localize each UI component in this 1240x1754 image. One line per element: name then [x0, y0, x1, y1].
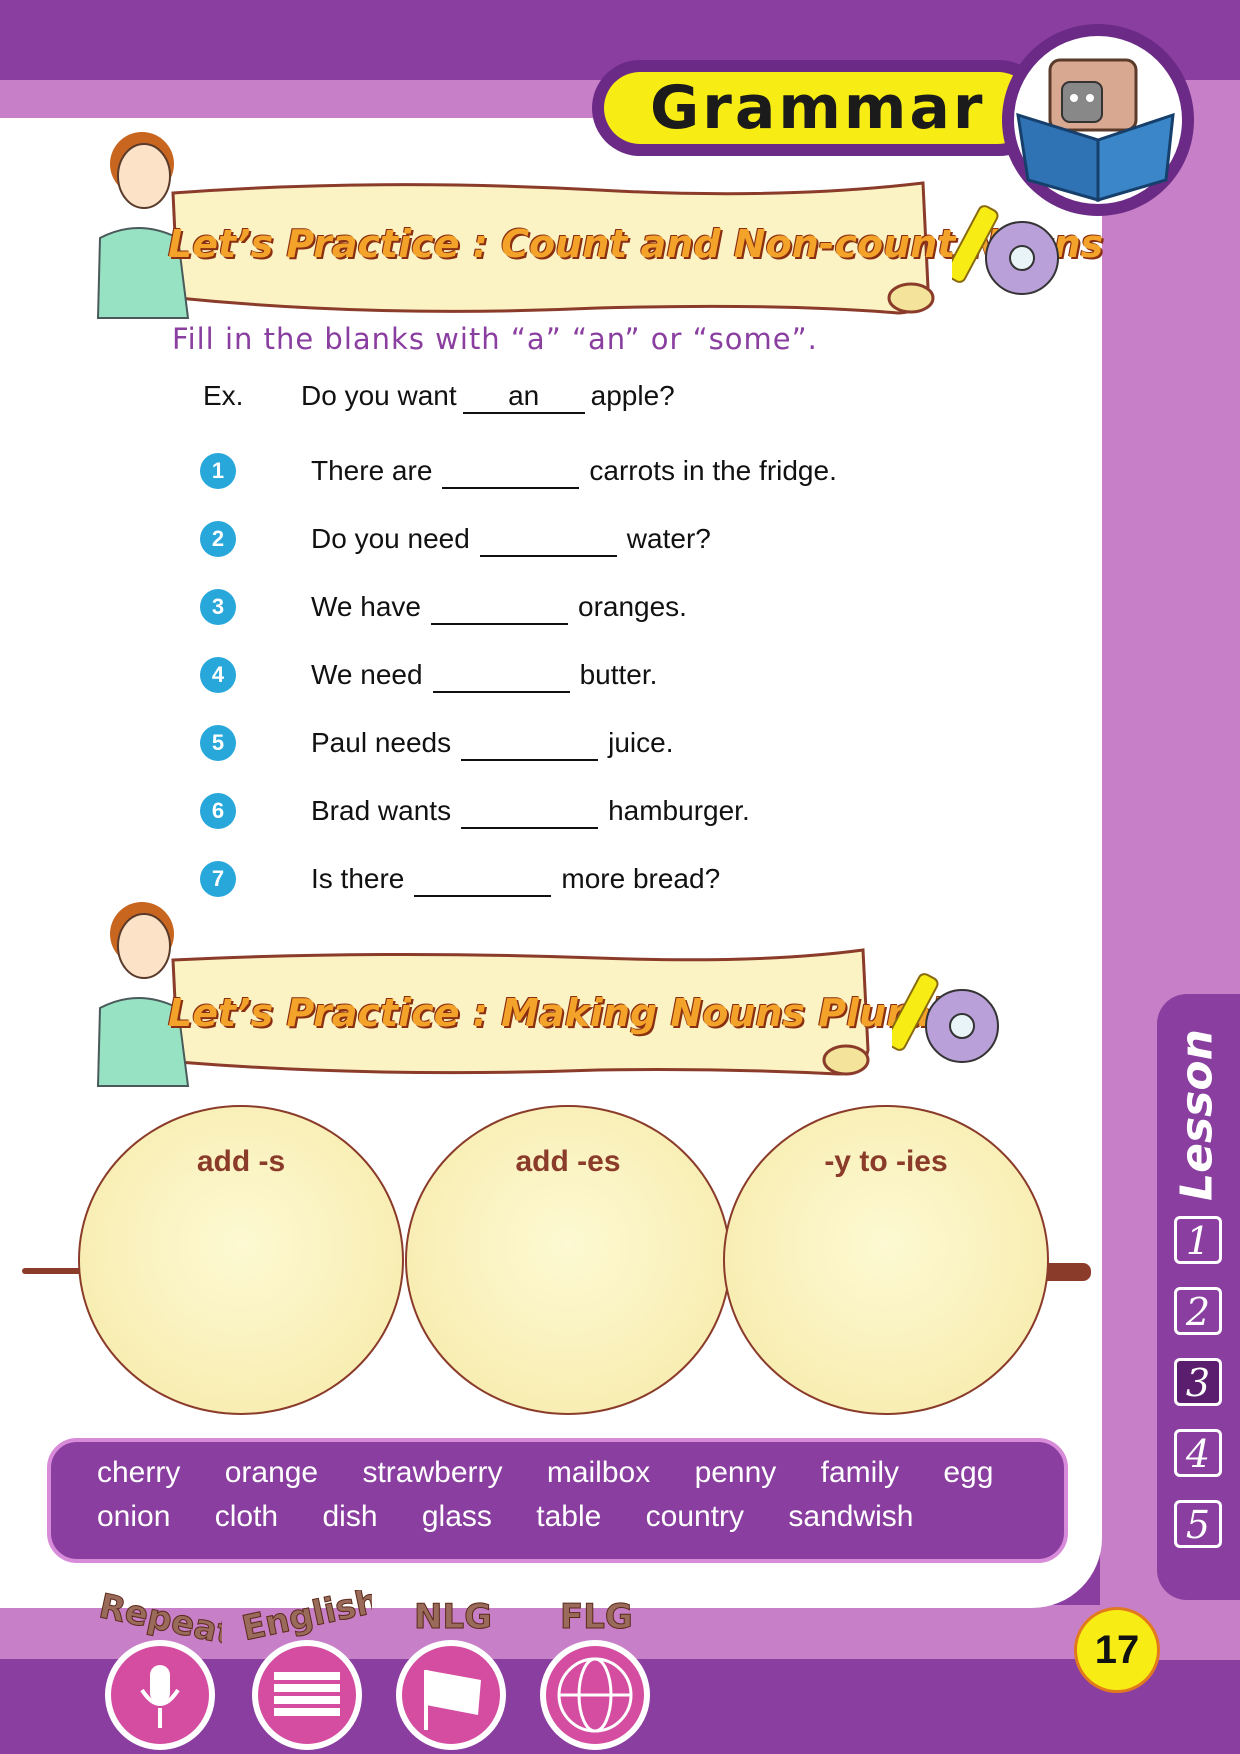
nlg-flag-icon: NLG [396, 1597, 506, 1750]
svg-text:NLG: NLG [414, 1597, 492, 1637]
answer-blank[interactable] [442, 459, 580, 489]
example-label: Ex. [203, 380, 244, 411]
repeat-microphone-icon: Repeat [95, 1590, 222, 1750]
lesson-4-button[interactable]: 4 [1174, 1429, 1222, 1477]
answer-blank[interactable] [479, 527, 617, 557]
word: country [645, 1500, 745, 1533]
word: mailbox [546, 1456, 651, 1489]
word: cloth [214, 1500, 279, 1533]
lesson-label: Lesson [1172, 1030, 1223, 1200]
word: orange [224, 1456, 319, 1489]
word: cherry [97, 1456, 181, 1489]
word: table [536, 1500, 602, 1533]
word: sandwish [788, 1500, 914, 1533]
answer-blank[interactable] [431, 595, 568, 625]
word-row-2: onion cloth dish glass table country san… [97, 1500, 913, 1534]
question-number: 2 [200, 521, 236, 557]
lesson-1-button[interactable]: 1 [1174, 1216, 1222, 1264]
reading-mascot-icon [1002, 24, 1194, 216]
circle-label: -y to -ies [824, 1145, 948, 1178]
example-answer: an [462, 380, 585, 414]
circle-add-es[interactable]: add -es [405, 1105, 731, 1415]
example-after: apple? [590, 380, 675, 411]
answer-blank[interactable] [414, 867, 552, 897]
word: family [820, 1456, 899, 1489]
lesson-5-button[interactable]: 5 [1174, 1500, 1222, 1548]
circle-add-s[interactable]: add -s [78, 1105, 404, 1415]
example-before: Do you want [301, 380, 457, 411]
pen-cd-icon [952, 205, 1059, 295]
answer-blank[interactable] [432, 663, 570, 693]
circle-y-to-ies[interactable]: -y to -ies [723, 1105, 1049, 1415]
question-number: 4 [200, 657, 236, 693]
question-number: 3 [200, 589, 236, 625]
lesson-2-button[interactable]: 2 [1174, 1287, 1222, 1335]
word: onion [97, 1500, 171, 1533]
workbook-page: Grammar Let’s Practice : Count and Non-c… [0, 0, 1240, 1754]
svg-text:Lesson: Lesson [1172, 1030, 1223, 1200]
flg-globe-icon: FLG [540, 1597, 650, 1750]
english-flag-icon: English [242, 1590, 372, 1750]
answer-blank[interactable] [461, 799, 599, 829]
pen-cd-icon [892, 973, 999, 1063]
question-number: 7 [200, 861, 236, 897]
practice-banner-2-title: Let’s Practice : Making Nouns Plural [168, 991, 944, 1035]
question-number: 6 [200, 793, 236, 829]
word: penny [694, 1456, 777, 1489]
svg-text:FLG: FLG [560, 1597, 633, 1637]
circle-label: add -s [196, 1145, 286, 1178]
example-sentence: Do you want an apple? [301, 380, 675, 414]
question-number: 1 [200, 453, 236, 489]
word: strawberry [362, 1456, 503, 1489]
lesson-3-button[interactable]: 3 [1174, 1358, 1222, 1406]
word-bank: cherry orange strawberry mailbox penny f… [47, 1438, 1068, 1563]
instruction-text: Fill in the blanks with “a” “an” or “som… [172, 322, 818, 356]
word: egg [943, 1456, 994, 1489]
answer-blank[interactable] [461, 731, 599, 761]
word: dish [322, 1500, 378, 1533]
question-number: 5 [200, 725, 236, 761]
page-number: 17 [1074, 1607, 1160, 1693]
word: glass [421, 1500, 492, 1533]
word-row-1: cherry orange strawberry mailbox penny f… [97, 1456, 993, 1490]
circle-label: add -es [515, 1145, 621, 1178]
sorting-circles: add -s add -es -y to -ies [20, 1105, 1100, 1415]
